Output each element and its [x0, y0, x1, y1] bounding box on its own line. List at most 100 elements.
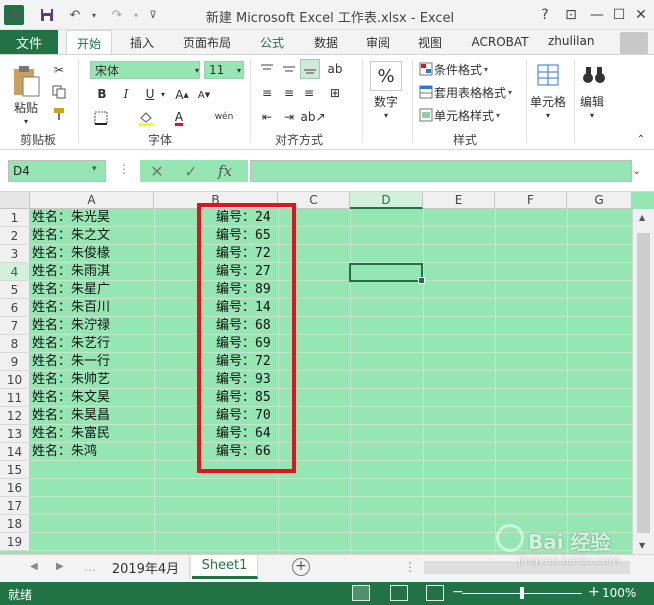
font-color-icon[interactable]: A: [170, 109, 188, 127]
undo-dropdown-icon[interactable]: ▾: [88, 5, 100, 25]
row-header[interactable]: 7: [0, 317, 30, 335]
align-middle-icon[interactable]: [280, 61, 298, 77]
cell-a[interactable]: 姓名：朱星广: [32, 281, 110, 299]
tab-split-icon[interactable]: ⋮: [404, 560, 416, 574]
cell-a[interactable]: 姓名：朱帅艺: [32, 371, 110, 389]
row-header[interactable]: 1: [0, 209, 30, 227]
column-header-a[interactable]: A: [30, 192, 154, 209]
cell-style-icon[interactable]: [418, 107, 434, 123]
paste-button[interactable]: 粘贴: [6, 99, 46, 115]
normal-view-icon[interactable]: [352, 585, 370, 601]
zoom-in-button[interactable]: +: [588, 584, 600, 600]
row-header[interactable]: 5: [0, 281, 30, 299]
cells-icon[interactable]: [534, 61, 562, 89]
active-cell-d4[interactable]: [349, 263, 425, 284]
row-header[interactable]: 18: [0, 515, 30, 533]
cells-button[interactable]: 单元格: [526, 93, 570, 109]
redo-icon[interactable]: ↷: [106, 5, 128, 25]
row-header[interactable]: 11: [0, 389, 30, 407]
row-header[interactable]: 8: [0, 335, 30, 353]
align-center-icon[interactable]: ≡: [280, 85, 298, 101]
font-name-select[interactable]: 宋体: [90, 61, 200, 79]
row-header[interactable]: 4: [0, 263, 30, 281]
conditional-format-icon[interactable]: [418, 61, 434, 77]
row-header[interactable]: 3: [0, 245, 30, 263]
paste-icon[interactable]: [8, 61, 44, 101]
vertical-scrollbar[interactable]: ▲ ▼: [632, 209, 654, 554]
close-button[interactable]: ✕: [628, 4, 654, 26]
vertical-scroll-thumb[interactable]: [637, 233, 650, 533]
cell-a[interactable]: 姓名：朱艺行: [32, 335, 110, 353]
binoculars-icon[interactable]: [580, 61, 608, 89]
increase-indent-icon[interactable]: ⇥: [280, 109, 298, 125]
cell-a[interactable]: 姓名：朱一行: [32, 353, 110, 371]
tab-data[interactable]: 数据: [304, 30, 348, 54]
align-left-icon[interactable]: ≡: [258, 85, 276, 101]
previous-sheet-icon[interactable]: ◀: [30, 561, 38, 572]
tab-home[interactable]: 开始: [66, 30, 112, 55]
wrap-text-icon[interactable]: ab: [326, 61, 344, 77]
cell-a[interactable]: 姓名：朱富民: [32, 425, 110, 443]
row-header[interactable]: 16: [0, 479, 30, 497]
row-header[interactable]: 12: [0, 407, 30, 425]
collapse-ribbon-icon[interactable]: ⌃: [634, 133, 648, 145]
page-layout-view-icon[interactable]: [390, 585, 408, 601]
expand-formula-bar-icon[interactable]: ⌄: [632, 164, 641, 177]
column-header-g[interactable]: G: [567, 192, 632, 209]
number-format-icon[interactable]: %: [370, 61, 402, 91]
zoom-out-button[interactable]: −: [452, 584, 464, 600]
column-header-f[interactable]: F: [495, 192, 567, 209]
row-header[interactable]: 9: [0, 353, 30, 371]
more-sheets-icon[interactable]: …: [84, 560, 96, 574]
cell-a[interactable]: 姓名：朱雨淇: [32, 263, 110, 281]
cancel-entry-button[interactable]: ✕: [140, 162, 174, 181]
cell-a[interactable]: 姓名：朱文昊: [32, 389, 110, 407]
cell-a[interactable]: 姓名：朱俊椽: [32, 245, 110, 263]
edit-dropdown-icon[interactable]: ▾: [586, 109, 598, 121]
row-header[interactable]: 2: [0, 227, 30, 245]
row-header[interactable]: 19: [0, 533, 30, 551]
column-header-e[interactable]: E: [423, 192, 495, 209]
ribbon-display-button[interactable]: ⊡: [558, 4, 584, 26]
bold-button[interactable]: B: [94, 85, 110, 103]
conditional-format-button[interactable]: 条件格式 ▾: [434, 61, 518, 77]
copy-icon[interactable]: [50, 83, 68, 101]
format-painter-icon[interactable]: [50, 105, 68, 123]
insert-function-button[interactable]: fx: [208, 162, 242, 180]
help-button[interactable]: ?: [532, 4, 558, 26]
merge-cells-icon[interactable]: ⊞: [324, 85, 346, 101]
cells-dropdown-icon[interactable]: ▾: [542, 109, 554, 121]
cell-a[interactable]: 姓名：朱昊昌: [32, 407, 110, 425]
save-icon[interactable]: [36, 5, 58, 25]
font-size-dropdown-icon[interactable]: ▾: [234, 63, 244, 77]
number-button[interactable]: 数字: [368, 93, 404, 109]
horizontal-scrollbar[interactable]: [424, 561, 630, 574]
confirm-entry-button[interactable]: ✓: [174, 162, 208, 181]
row-header[interactable]: 6: [0, 299, 30, 317]
tab-view[interactable]: 视图: [408, 30, 452, 54]
align-bottom-icon[interactable]: [300, 59, 320, 79]
row-header[interactable]: 13: [0, 425, 30, 443]
column-header-d[interactable]: D: [350, 192, 423, 209]
worksheet-grid[interactable]: A B C D E F G 1 2 3 4 5 6 7 8 9 10 11 12 13 14 15 16 17 1…: [0, 192, 654, 554]
tab-file[interactable]: 文件: [0, 30, 58, 54]
underline-button[interactable]: U: [142, 85, 158, 103]
undo-icon[interactable]: ↶: [64, 5, 86, 25]
tab-page-layout[interactable]: 页面布局: [174, 30, 240, 54]
phonetic-guide-button[interactable]: wén: [212, 107, 236, 127]
tab-acrobat[interactable]: ACROBAT: [462, 30, 538, 54]
cell-a[interactable]: 姓名：朱泞禄: [32, 317, 110, 335]
tab-insert[interactable]: 插入: [120, 30, 164, 54]
number-dropdown-icon[interactable]: ▾: [380, 109, 392, 121]
cell-a[interactable]: 姓名：朱之文: [32, 227, 110, 245]
scroll-up-icon[interactable]: ▲: [639, 213, 645, 222]
orientation-icon[interactable]: ab↗: [300, 109, 325, 125]
redo-dropdown-icon[interactable]: ▾: [130, 5, 142, 25]
align-right-icon[interactable]: ≡: [300, 85, 318, 101]
name-box-dropdown-icon[interactable]: ▾: [92, 164, 97, 174]
edit-button[interactable]: 编辑: [574, 93, 610, 109]
row-header[interactable]: 17: [0, 497, 30, 515]
cell-a[interactable]: 姓名：朱百川: [32, 299, 110, 317]
add-sheet-button[interactable]: +: [292, 558, 310, 576]
decrease-indent-icon[interactable]: ⇤: [258, 109, 276, 125]
